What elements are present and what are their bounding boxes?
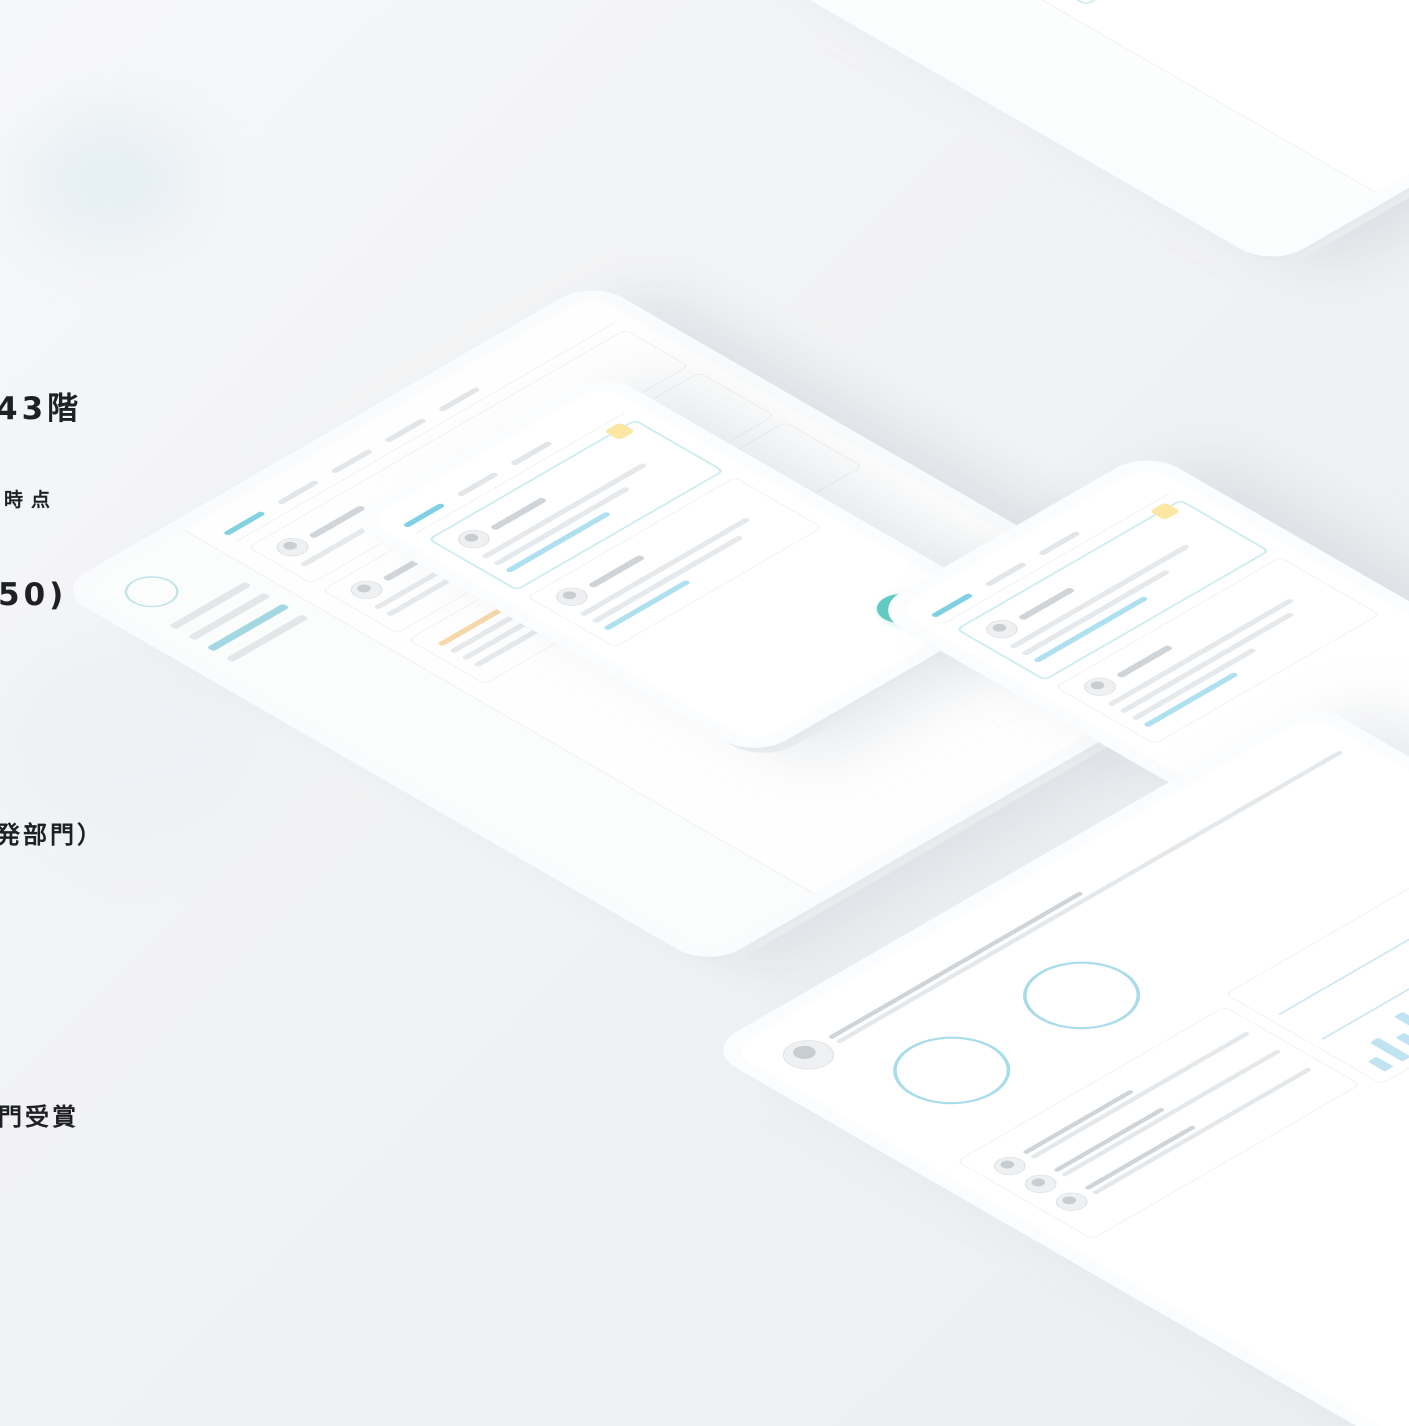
- avatar: [987, 1153, 1033, 1179]
- tab[interactable]: [330, 448, 374, 474]
- member-row[interactable]: [1049, 1060, 1317, 1215]
- tab[interactable]: [456, 471, 500, 497]
- tab[interactable]: [930, 592, 974, 618]
- avatar: [270, 534, 316, 561]
- tablet-device-top: [515, 0, 1409, 267]
- sidebar-item[interactable]: [225, 614, 309, 663]
- tab[interactable]: [509, 440, 554, 466]
- avatar: [1049, 1188, 1095, 1215]
- tab[interactable]: [437, 386, 481, 412]
- avatar: [1077, 673, 1123, 700]
- tab[interactable]: [383, 417, 428, 443]
- ring-chart-icon: [998, 947, 1165, 1044]
- avatar: [979, 616, 1025, 643]
- tab[interactable]: [1037, 530, 1082, 556]
- tab[interactable]: [402, 502, 446, 528]
- tab[interactable]: [984, 561, 1028, 587]
- bar-group: [1333, 997, 1409, 1072]
- ring-chart-icon: [868, 1022, 1035, 1119]
- app-logo-icon: [113, 569, 190, 614]
- reaction-badge: [604, 422, 636, 441]
- reaction-badge: [1149, 502, 1181, 521]
- device-showcase: [0, 0, 1409, 1426]
- avatar: [451, 526, 497, 553]
- avatar: [344, 576, 389, 603]
- tab[interactable]: [276, 479, 320, 505]
- avatar: [1018, 1170, 1064, 1197]
- post-text-line: [590, 535, 745, 624]
- tab[interactable]: [222, 510, 267, 536]
- tablet-screen: [539, 0, 1409, 253]
- bar: [1367, 1056, 1394, 1072]
- avatar: [549, 583, 595, 610]
